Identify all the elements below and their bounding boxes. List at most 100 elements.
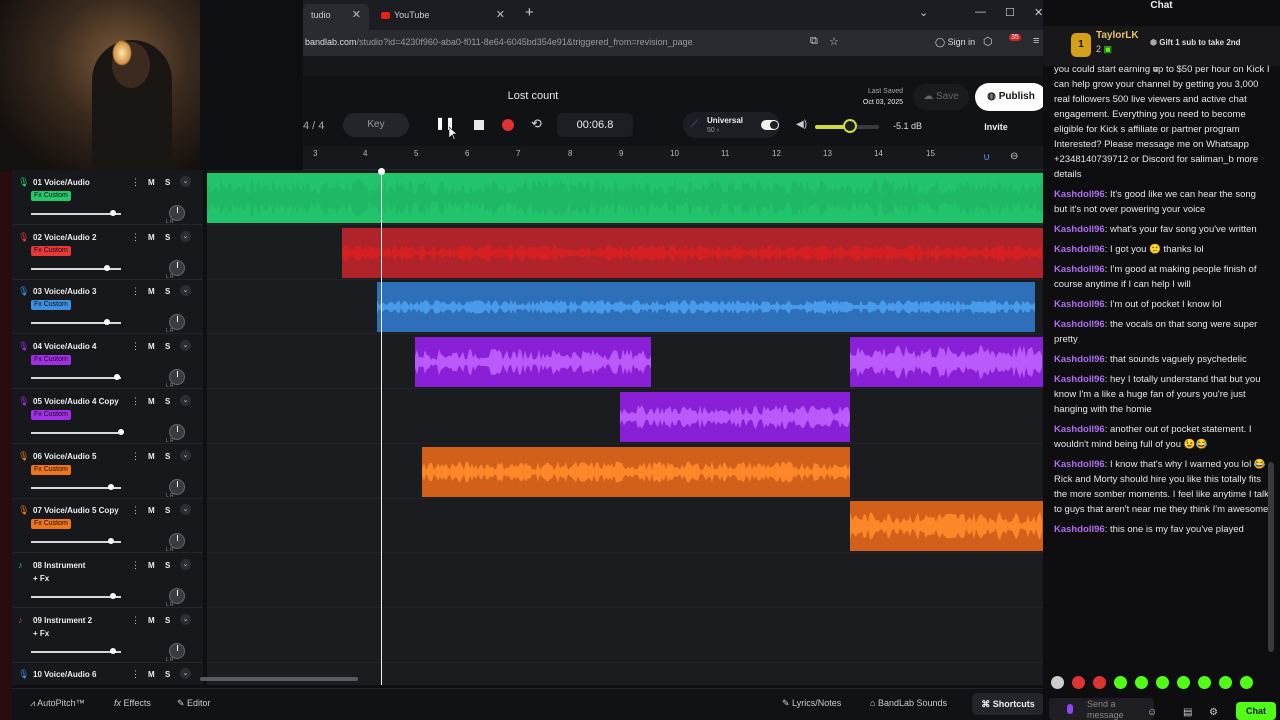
playhead[interactable] [381,170,382,685]
project-title[interactable]: Lost count [493,90,573,102]
chat-username[interactable]: Kashdoll96 [1054,424,1105,435]
lyrics-button[interactable]: ✎ Lyrics/Notes [782,698,841,709]
track-name[interactable]: 02 Voice/Audio 2 [33,233,96,242]
emote-icon[interactable] [1093,676,1106,689]
horizontal-scrollbar[interactable] [200,677,358,681]
solo-button[interactable]: S [165,178,170,187]
chevron-down-icon[interactable]: ⌄ [180,504,191,516]
track-volume-knob[interactable] [114,374,120,381]
chat-message[interactable]: you could start earning up to $50 per ho… [1054,62,1270,182]
fx-button[interactable]: Fx Custom [31,519,71,530]
timeline-ruler[interactable]: 3 4 5 6 7 8 9 10 11 12 13 14 15 ∪ ⊖ [303,146,1043,170]
track-name[interactable]: 07 Voice/Audio 5 Copy [33,506,119,515]
chat-message[interactable]: Kashdoll96: that sounds vaguely psychede… [1054,352,1270,367]
track-name[interactable]: 06 Voice/Audio 5 [33,452,96,461]
track-volume-knob[interactable] [108,538,114,545]
audio-clip[interactable] [415,337,651,388]
audio-clip[interactable] [850,501,1043,552]
record-icon[interactable] [502,119,514,131]
track-header[interactable]: 🎙 07 Voice/Audio 5 Copy ⋮ M S ⌄ Fx Custom L R [12,498,203,554]
solo-button[interactable]: S [165,397,170,406]
track-menu-icon[interactable]: ⋮ [131,286,140,297]
autopitch-button[interactable]: ⩘ AutoPitch™ [30,698,85,709]
sounds-button[interactable]: ⌂ BandLab Sounds [870,698,947,708]
track-header[interactable]: 🎙 01 Voice/Audio ⋮ M S ⌄ Fx Custom L R [12,170,203,225]
chat-message[interactable]: Kashdoll96: I know that's why I warned y… [1054,457,1270,517]
emote-icon[interactable] [1156,676,1169,689]
track-name[interactable]: 08 Instrument [33,561,85,570]
track-name[interactable]: 05 Voice/Audio 4 Copy [33,397,119,406]
emote-icon[interactable] [1219,676,1232,689]
emote-icon[interactable] [1135,676,1148,689]
solo-button[interactable]: S [165,342,170,351]
gear-icon[interactable]: ⚙ [1209,707,1218,718]
save-button[interactable]: ☁ Save [913,84,969,110]
chat-message[interactable]: Kashdoll96: I'm good at making people fi… [1054,262,1270,292]
fx-button[interactable]: Fx Custom [31,409,71,420]
chat-scrollbar[interactable] [1268,462,1274,652]
close-icon[interactable]: ✕ [1034,6,1043,19]
invite-button[interactable]: Invite [975,116,1017,138]
install-icon[interactable]: ⧉ [810,35,818,48]
chat-username[interactable]: Kashdoll96 [1054,459,1105,470]
chat-message[interactable]: Kashdoll96: It's good like we can hear t… [1054,187,1270,217]
solo-button[interactable]: S [165,616,170,625]
mute-button[interactable]: M [148,452,155,461]
emoji-icon[interactable]: ☺ [1147,707,1157,718]
audio-clip[interactable] [620,391,850,442]
chat-send-button[interactable]: Chat [1236,702,1276,720]
solo-button[interactable]: S [165,233,170,242]
close-icon[interactable]: ✕ [352,4,361,26]
chevron-down-icon[interactable]: ⌄ [180,394,191,406]
emote-icon[interactable] [1240,676,1253,689]
effects-button[interactable]: fx Effects [114,698,151,708]
track-menu-icon[interactable]: ⋮ [131,341,140,352]
chevron-down-icon[interactable]: ⌄ [180,558,191,570]
track-volume-knob[interactable] [110,210,116,216]
track-header[interactable]: 🎙 03 Voice/Audio 3 ⋮ M S ⌄ Fx Custom L R [12,279,203,335]
audio-clip[interactable] [207,173,1043,223]
chat-username[interactable]: Kashdoll96 [1054,319,1105,330]
chevron-down-icon[interactable]: ⌄ [180,668,191,680]
master-volume-knob[interactable] [843,119,857,133]
track-name[interactable]: 03 Voice/Audio 3 [33,287,96,296]
star-icon[interactable]: ☆ [829,35,839,48]
audio-clip[interactable] [422,446,850,497]
track-menu-icon[interactable]: ⋮ [131,560,140,571]
chat-message[interactable]: Kashdoll96: another out of pocket statem… [1054,422,1270,452]
playhead-handle[interactable] [378,168,385,175]
track-volume-slider[interactable] [31,595,121,598]
chat-message[interactable]: Kashdoll96: the vocals on that song were… [1054,317,1270,347]
time-signature[interactable]: 4 / 4 [303,120,324,132]
emote-icon[interactable] [1051,676,1064,689]
timeline[interactable] [207,170,1043,685]
audio-clip[interactable] [377,282,1035,333]
chevron-down-icon[interactable]: ⌄ [180,613,191,625]
chevron-down-icon[interactable]: ⌄ [180,285,191,297]
track-name[interactable]: 09 Instrument 2 [33,616,92,625]
track-header[interactable]: ♪ 09 Instrument 2 ⋮ M S ⌄ + Fx L R [12,608,203,663]
emote-icon[interactable] [1114,676,1127,689]
stop-icon[interactable] [474,120,484,130]
fx-button[interactable]: + Fx [33,574,49,583]
mute-button[interactable]: M [148,506,155,515]
fx-button[interactable]: Fx Custom [31,300,71,311]
track-header[interactable]: 🎙 06 Voice/Audio 5 ⋮ M S ⌄ Fx Custom L R [12,444,203,499]
chat-username[interactable]: Kashdoll96 [1054,374,1105,385]
emote-icon[interactable] [1072,676,1085,689]
chat-log[interactable]: you could start earning up to $50 per ho… [1043,56,1280,660]
chevron-down-icon[interactable]: ⌄ [180,449,191,461]
address-bar[interactable]: bandlab.com/studio?id=4230f960-aba0-f011… [303,30,1043,56]
track-menu-icon[interactable]: ⋮ [131,396,140,407]
close-icon[interactable]: ✕ [496,4,505,26]
track-volume-knob[interactable] [118,428,124,435]
track-menu-icon[interactable]: ⋮ [131,615,140,626]
emote-icon[interactable] [1198,676,1211,689]
chat-username[interactable]: Kashdoll96 [1054,244,1105,255]
track-header[interactable]: 🎙 05 Voice/Audio 4 Copy ⋮ M S ⌄ Fx Custom L R [12,389,203,444]
key-button[interactable]: Key [343,113,409,137]
emote-icon[interactable] [1177,676,1190,689]
solo-button[interactable]: S [165,287,170,296]
chat-username[interactable]: Kashdoll96 [1054,224,1105,235]
track-lane[interactable] [207,608,1043,663]
